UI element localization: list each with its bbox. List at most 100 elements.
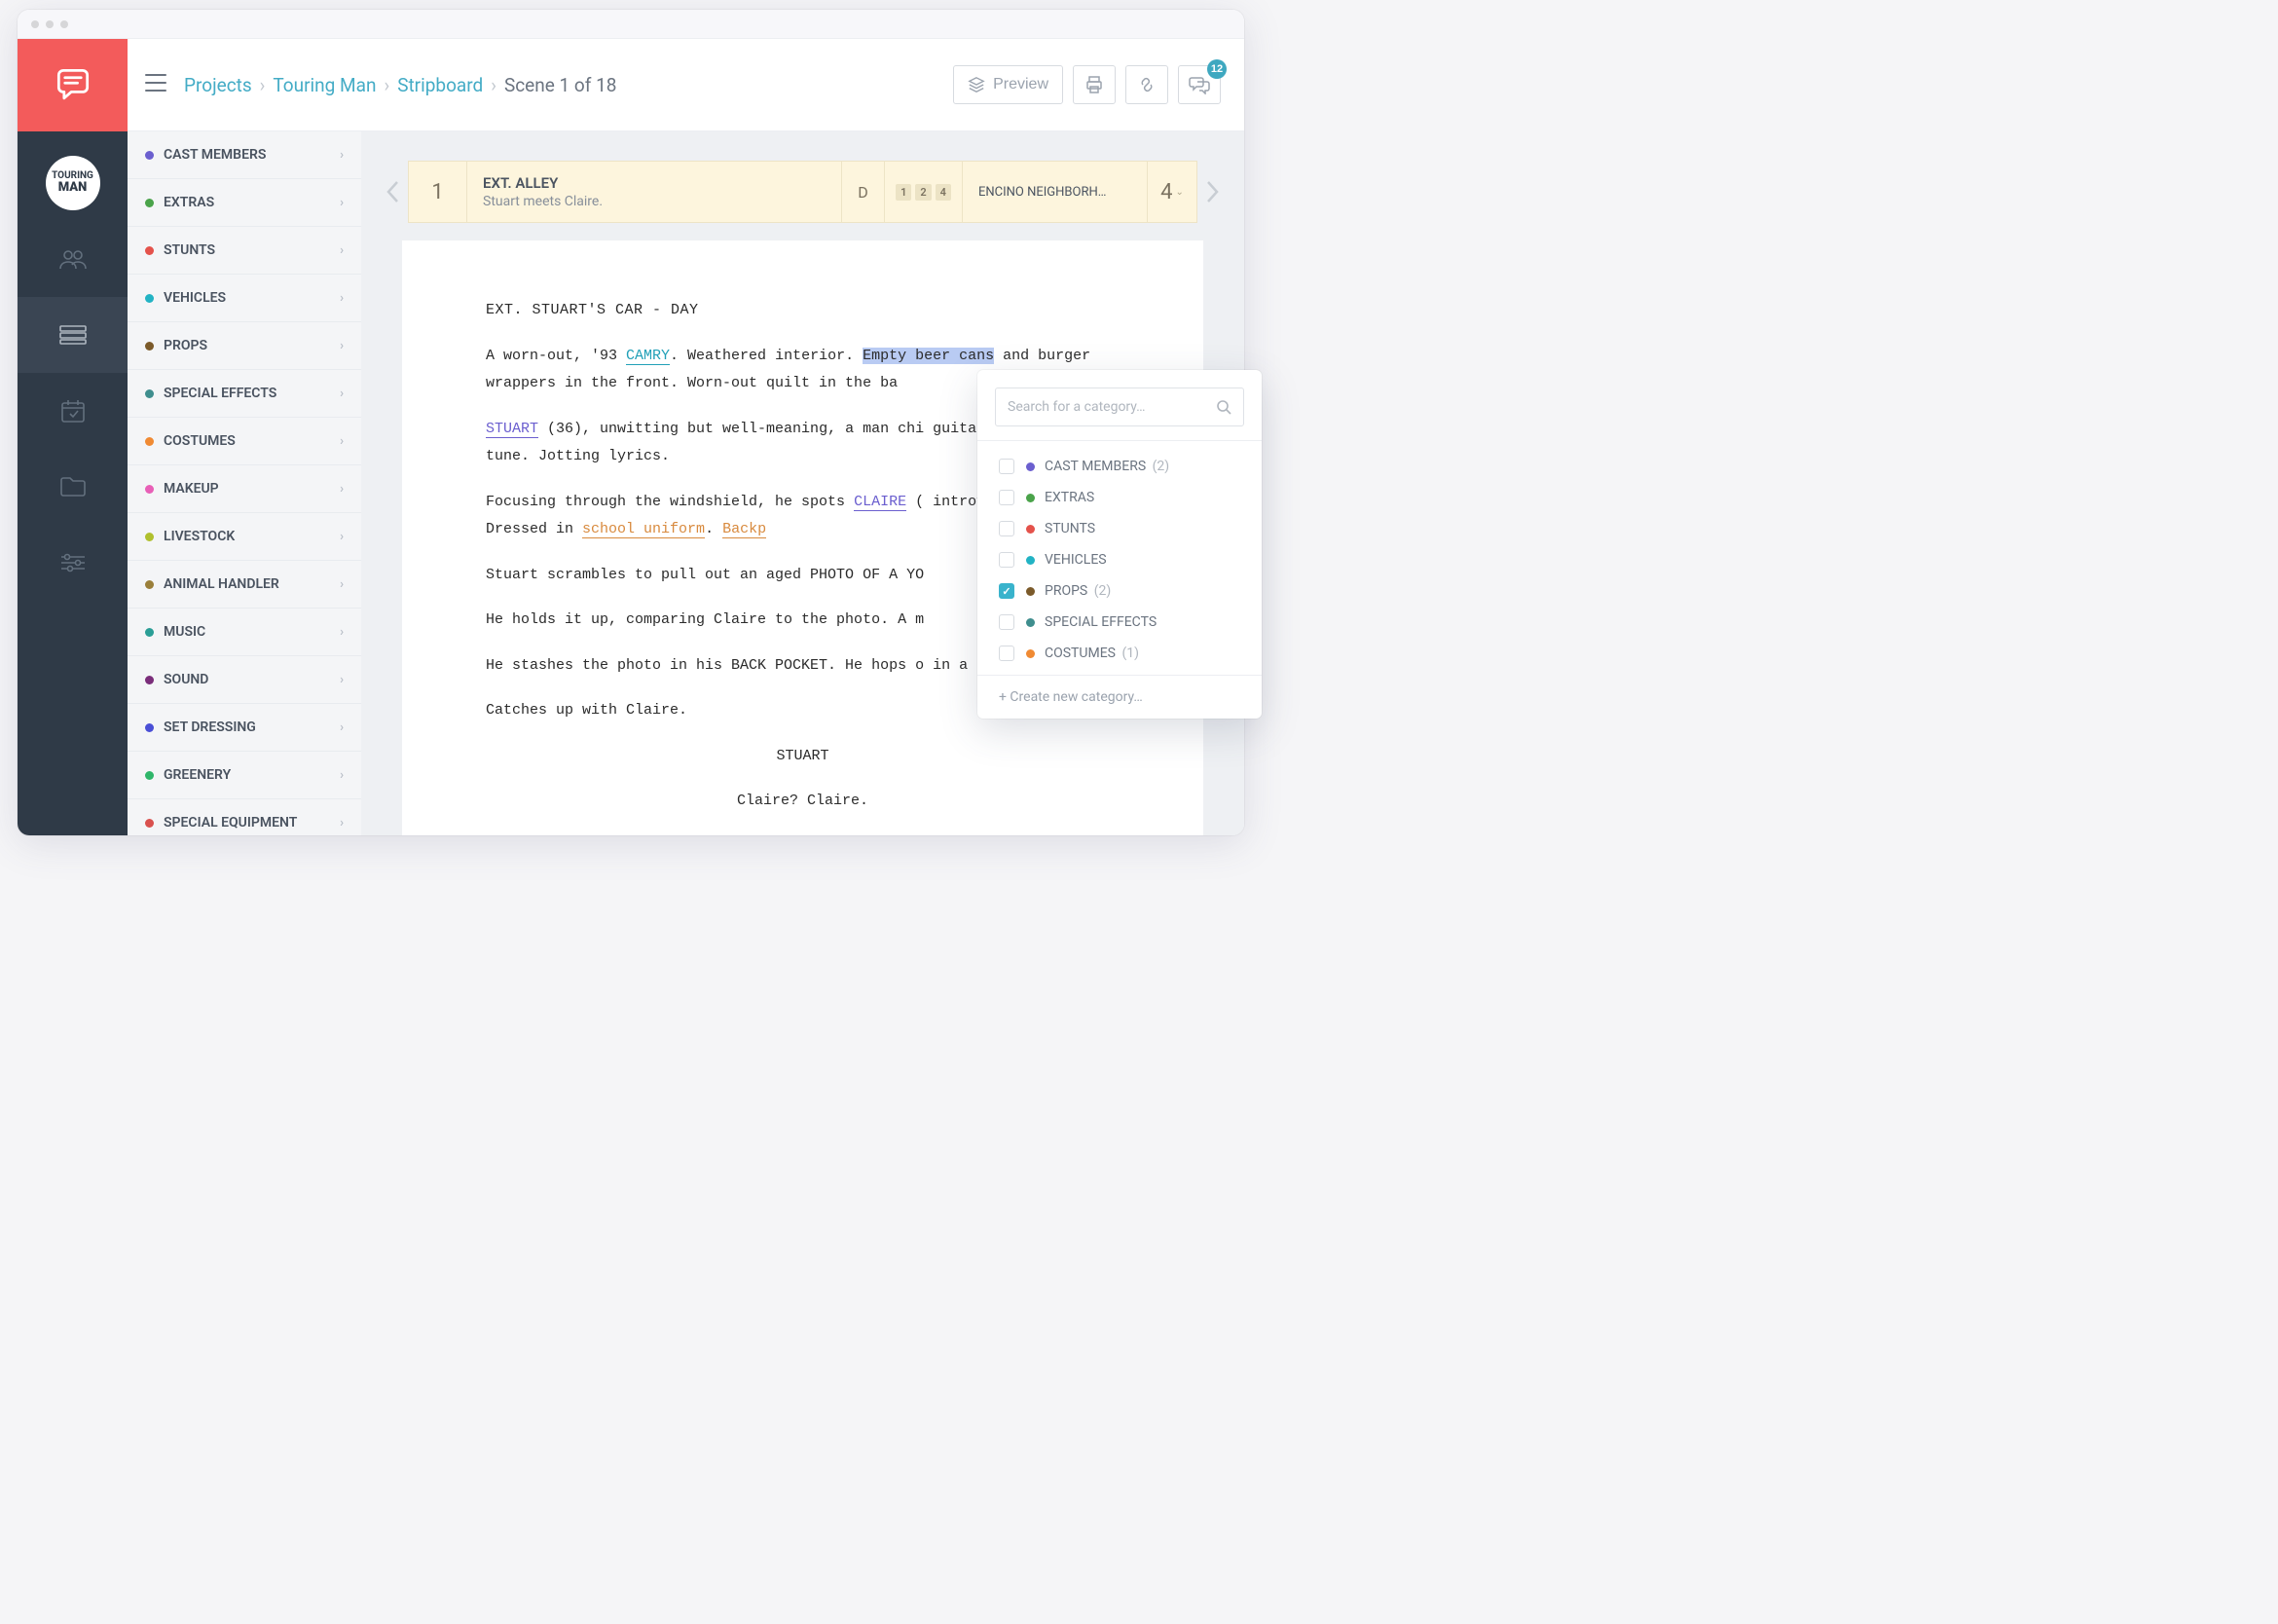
rail-item-breakdown[interactable] bbox=[18, 297, 128, 373]
tag-cast[interactable]: STUART bbox=[486, 421, 538, 438]
sidebar-category-item[interactable]: SPECIAL EFFECTS› bbox=[128, 370, 361, 418]
chevron-right-icon: › bbox=[340, 148, 344, 163]
chevron-right-icon: › bbox=[340, 482, 344, 497]
category-panel-item[interactable]: VEHICLES bbox=[977, 544, 1256, 575]
people-icon bbox=[58, 247, 88, 271]
category-checkbox[interactable] bbox=[999, 521, 1014, 536]
category-panel-item[interactable]: COSTUMES (1) bbox=[977, 638, 1256, 669]
category-panel-label: CAST MEMBERS (2) bbox=[1045, 459, 1169, 474]
chevron-right-icon: › bbox=[340, 291, 344, 306]
menu-icon[interactable] bbox=[145, 74, 166, 95]
topbar: Projects › Touring Man › Stripboard › Sc… bbox=[18, 39, 1244, 131]
sidebar-category-item[interactable]: CAST MEMBERS › bbox=[128, 131, 361, 179]
notification-badge: 12 bbox=[1207, 59, 1227, 79]
sidebar-category-item[interactable]: PROPS › bbox=[128, 322, 361, 370]
chevron-right-icon: › bbox=[491, 74, 496, 96]
layers-icon bbox=[968, 76, 985, 93]
category-label: STUNTS bbox=[164, 242, 215, 258]
sidebar-category-item[interactable]: STUNTS› bbox=[128, 227, 361, 275]
category-label: COSTUMES bbox=[164, 433, 236, 449]
rail-project-avatar[interactable]: TOURINGMAN bbox=[18, 145, 128, 221]
category-checkbox[interactable] bbox=[999, 614, 1014, 630]
category-panel-item[interactable]: STUNTS bbox=[977, 513, 1256, 544]
category-color-dot bbox=[145, 533, 154, 541]
category-panel-list[interactable]: CAST MEMBERS (2) EXTRAS STUNTS VEHICLES PROP… bbox=[977, 445, 1262, 675]
chevron-right-icon: › bbox=[340, 339, 344, 353]
rail-item-people[interactable] bbox=[18, 221, 128, 297]
sidebar-category-item[interactable]: SOUND› bbox=[128, 656, 361, 704]
tag-cast[interactable]: CLAIRE bbox=[854, 494, 906, 511]
tag-costume[interactable]: Backp bbox=[722, 521, 766, 538]
chevron-down-icon: ⌄ bbox=[1176, 187, 1184, 198]
scene-strip[interactable]: 1 EXT. ALLEY Stuart meets Claire. D 1 2 … bbox=[408, 161, 1197, 223]
category-popover: Search for a category… CAST MEMBERS (2) E… bbox=[977, 370, 1262, 719]
rail-item-folder[interactable] bbox=[18, 449, 128, 525]
window-titlebar bbox=[18, 10, 1244, 39]
category-label: SOUND bbox=[164, 672, 208, 687]
preview-button[interactable]: Preview bbox=[953, 65, 1063, 104]
category-panel-item[interactable]: SPECIAL EFFECTS bbox=[977, 607, 1256, 638]
sidebar-category-item[interactable]: MAKEUP› bbox=[128, 465, 361, 513]
scene-title: EXT. ALLEY bbox=[483, 174, 558, 192]
tag-prop-selected[interactable]: Empty beer cans bbox=[863, 348, 994, 364]
category-panel-item[interactable]: EXTRAS bbox=[977, 482, 1256, 513]
chevron-right-icon: › bbox=[340, 577, 344, 592]
category-label: CAST MEMBERS bbox=[164, 147, 266, 163]
prev-scene-button[interactable] bbox=[377, 174, 408, 209]
app-logo[interactable] bbox=[18, 39, 128, 131]
window-dot bbox=[31, 20, 39, 28]
rail-item-sliders[interactable] bbox=[18, 525, 128, 601]
next-scene-button[interactable] bbox=[1197, 174, 1229, 209]
category-panel-item[interactable]: CAST MEMBERS (2) bbox=[977, 451, 1256, 482]
sidebar-category-item[interactable]: VEHICLES › bbox=[128, 275, 361, 322]
link-button[interactable] bbox=[1125, 65, 1168, 104]
chevron-right-icon: › bbox=[260, 74, 266, 96]
sidebar-category-item[interactable]: ANIMAL HANDLER › bbox=[128, 561, 361, 609]
sidebar-category-item[interactable]: MUSIC› bbox=[128, 609, 361, 656]
tag-costume[interactable]: school uniform bbox=[582, 521, 705, 538]
sidebar-category-item[interactable]: COSTUMES› bbox=[128, 418, 361, 465]
sidebar-category-item[interactable]: EXTRAS› bbox=[128, 179, 361, 227]
category-checkbox[interactable] bbox=[999, 459, 1014, 474]
link-icon bbox=[1137, 75, 1157, 94]
breadcrumb-link[interactable]: Projects bbox=[184, 74, 252, 96]
category-panel-label: PROPS (2) bbox=[1045, 583, 1111, 599]
category-color-dot bbox=[145, 676, 154, 684]
sidebar-category-item[interactable]: LIVESTOCK› bbox=[128, 513, 361, 561]
breadcrumb-link[interactable]: Stripboard bbox=[397, 74, 483, 96]
category-label: LIVESTOCK bbox=[164, 529, 235, 544]
category-label: SPECIAL EFFECTS bbox=[164, 386, 276, 401]
category-color-dot bbox=[145, 628, 154, 637]
category-color-dot bbox=[145, 437, 154, 446]
list-icon bbox=[59, 325, 87, 345]
sidebar-category-item[interactable]: SET DRESSING› bbox=[128, 704, 361, 752]
category-checkbox[interactable] bbox=[999, 552, 1014, 568]
chevron-right-icon: › bbox=[340, 625, 344, 640]
tag-vehicle[interactable]: CAMRY bbox=[626, 348, 670, 365]
sidebar-category-item[interactable]: GREENERY› bbox=[128, 752, 361, 799]
category-label: ANIMAL HANDLER bbox=[164, 576, 279, 592]
category-label: EXTRAS bbox=[164, 195, 214, 210]
category-color-dot bbox=[1026, 462, 1035, 471]
create-category-button[interactable]: + Create new category… bbox=[977, 675, 1262, 719]
category-color-dot bbox=[145, 580, 154, 589]
category-label: PROPS bbox=[164, 338, 207, 353]
dialogue: Claire? Claire. bbox=[612, 788, 993, 816]
category-search-input[interactable]: Search for a category… bbox=[995, 388, 1244, 426]
chat-button[interactable]: 12 bbox=[1178, 65, 1221, 104]
category-checkbox[interactable] bbox=[999, 646, 1014, 661]
category-color-dot bbox=[1026, 525, 1035, 534]
sliders-icon bbox=[59, 552, 87, 573]
sidebar-category-item[interactable]: SPECIAL EQUIPMENT› bbox=[128, 799, 361, 835]
category-panel-label: STUNTS bbox=[1045, 521, 1095, 536]
nav-rail: TOURINGMAN bbox=[18, 131, 128, 835]
rail-item-calendar[interactable] bbox=[18, 373, 128, 449]
scene-cast-ids: 1 2 4 bbox=[885, 162, 963, 222]
category-checkbox[interactable] bbox=[999, 583, 1014, 599]
category-panel-item[interactable]: PROPS (2) bbox=[977, 575, 1256, 607]
breadcrumb-link[interactable]: Touring Man bbox=[273, 74, 376, 96]
category-checkbox[interactable] bbox=[999, 490, 1014, 505]
print-button[interactable] bbox=[1073, 65, 1116, 104]
category-label: VEHICLES bbox=[164, 290, 226, 306]
category-color-dot bbox=[145, 723, 154, 732]
